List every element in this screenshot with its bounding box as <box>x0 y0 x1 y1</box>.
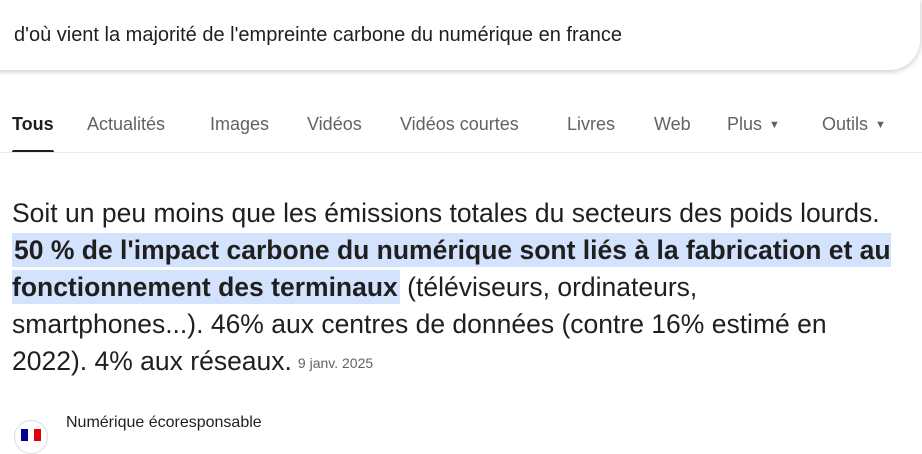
tab-label: Images <box>210 114 270 134</box>
tab-label: Vidéos <box>307 114 362 134</box>
tab-actualites[interactable]: Actualités <box>87 114 165 135</box>
search-tabs: Tous Actualités Images Vidéos Vidéos cou… <box>0 104 922 153</box>
tab-images[interactable]: Images <box>210 114 269 135</box>
source-name[interactable]: Numérique écoresponsable <box>66 414 262 432</box>
chevron-down-icon: ▼ <box>769 119 780 131</box>
tab-web[interactable]: Web <box>654 114 691 135</box>
tab-videos[interactable]: Vidéos <box>307 114 362 135</box>
tab-livres[interactable]: Livres <box>567 114 615 135</box>
search-bar[interactable]: d'où vient la majorité de l'empreinte ca… <box>0 0 920 70</box>
snippet-text-before: Soit un peu moins que les émissions tota… <box>12 198 880 228</box>
tab-tous[interactable]: Tous <box>12 114 54 135</box>
tab-plus[interactable]: Plus ▼ <box>727 114 780 135</box>
french-flag-icon <box>14 420 48 454</box>
tabs-divider <box>0 152 922 153</box>
tab-videos-courtes[interactable]: Vidéos courtes <box>400 114 519 135</box>
search-query-input[interactable]: d'où vient la majorité de l'empreinte ca… <box>14 24 622 47</box>
featured-snippet-text: Soit un peu moins que les émissions tota… <box>12 195 892 382</box>
tab-label: Outils <box>822 114 869 134</box>
chevron-down-icon: ▼ <box>875 119 886 131</box>
tab-label: Web <box>654 114 691 134</box>
tab-label: Livres <box>567 114 616 134</box>
snippet-date: 9 janv. 2025 <box>297 355 374 371</box>
tab-outils[interactable]: Outils ▼ <box>822 114 886 135</box>
tab-label: Tous <box>12 114 54 134</box>
tab-label: Vidéos courtes <box>400 114 519 134</box>
tab-label: Plus <box>727 114 763 134</box>
tab-label: Actualités <box>87 114 166 134</box>
